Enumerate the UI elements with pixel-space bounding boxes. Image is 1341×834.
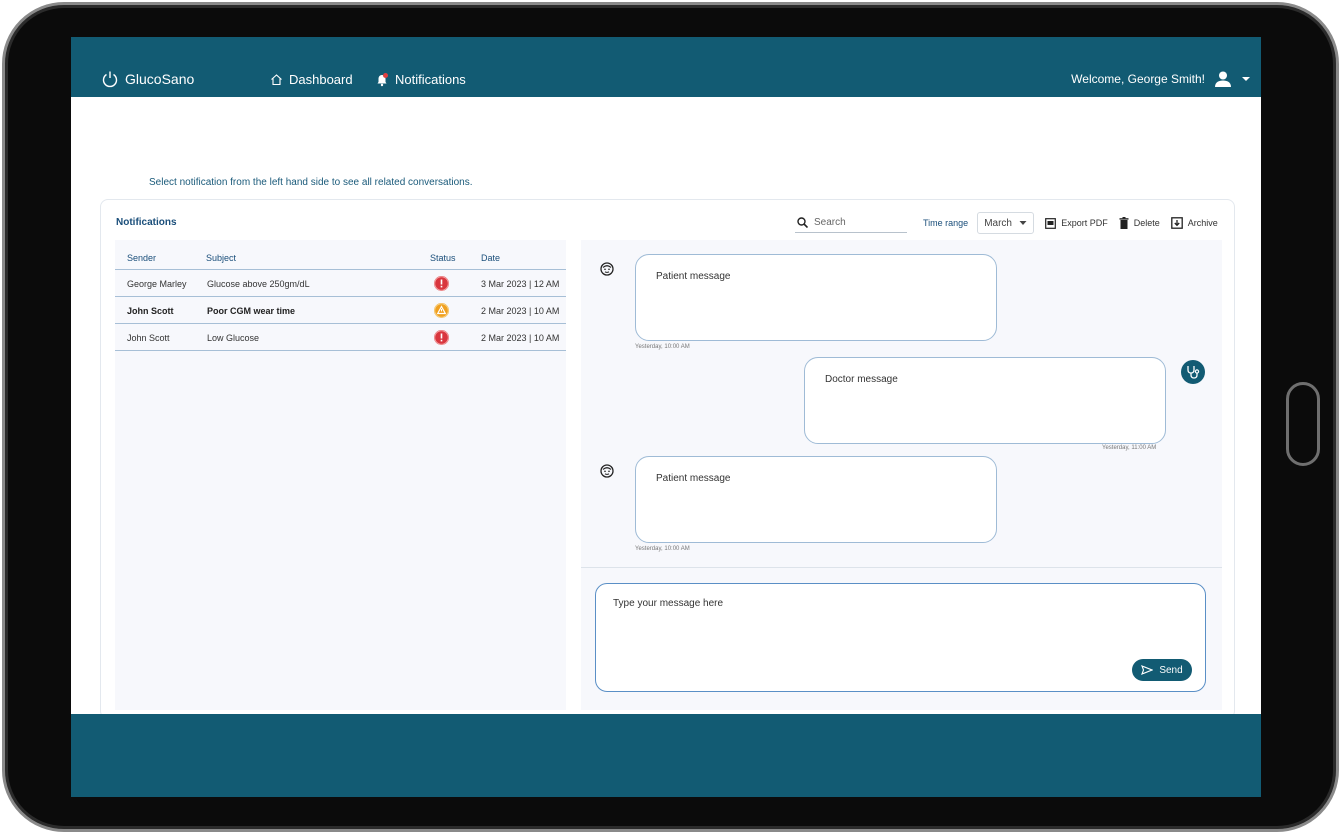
divider [581,567,1222,568]
time-range-label: Time range [923,218,969,228]
nav-dashboard-label: Dashboard [289,72,353,87]
notifications-panel: Notifications Search Time range March Ex [100,199,1235,719]
notification-list: Sender Subject Status Date George Marley… [115,240,566,710]
nav-notifications-label: Notifications [395,72,466,87]
caret-down-icon [1019,221,1027,225]
row-subject: Poor CGM wear time [207,306,296,316]
send-icon [1141,665,1154,675]
send-button[interactable]: Send [1132,659,1192,681]
row-sender: John Scott [127,306,174,316]
home-icon [271,74,282,86]
archive-icon [1170,217,1183,229]
table-header: Sender Subject Status Date [115,240,566,270]
message-text: Patient message [656,271,731,282]
panel-toolbar: Search Time range March Export PDF Delet… [795,212,1218,234]
patient-avatar-icon [600,464,614,478]
search-input[interactable]: Search [795,213,907,233]
power-icon [102,71,118,88]
export-pdf-button[interactable]: Export PDF [1045,217,1108,229]
message-text: Doctor message [825,374,898,385]
stethoscope-icon [1181,360,1205,384]
brand-logo[interactable]: GlucoSano [101,70,194,88]
nav-dashboard[interactable]: Dashboard [270,72,353,87]
patient-message-bubble: Patient message [635,254,997,341]
header-sender: Sender [127,253,157,263]
user-icon [1215,71,1231,87]
pdf-icon [1045,217,1057,229]
header-status: Status [430,253,456,263]
message-timestamp: Yesterday, 10:00 AM [635,546,690,552]
export-pdf-label: Export PDF [1061,218,1108,228]
trash-icon [1119,217,1129,229]
row-date: 2 Mar 2023 | 10 AM [481,333,560,343]
app-screen: GlucoSano Dashboard Notifications Welcom… [71,37,1261,797]
tablet-home-button [1286,382,1320,466]
table-row[interactable]: George Marley Glucose above 250gm/dL 3 M… [115,270,566,297]
conversation-pane: Patient message Yesterday, 10:00 AM Doct… [581,240,1222,710]
message-timestamp: Yesterday, 10:00 AM [635,344,690,350]
bell-icon [377,72,388,86]
doctor-message-bubble: Doctor message [804,357,1166,444]
row-sender: John Scott [127,333,170,343]
table-row[interactable]: John Scott Poor CGM wear time 2 Mar 2023… [115,297,566,324]
search-icon [797,217,808,228]
instruction-text: Select notification from the left hand s… [149,177,473,188]
delete-label: Delete [1133,218,1160,228]
header-date: Date [481,253,501,263]
user-menu[interactable]: Welcome, George Smith! [1071,70,1251,88]
row-sender: George Marley [127,279,187,289]
time-range-value: March [984,217,1012,229]
header-subject: Subject [206,253,237,263]
patient-message-bubble: Patient message [635,456,997,543]
delete-button[interactable]: Delete [1119,217,1160,229]
welcome-text: Welcome, George Smith! [1071,72,1205,86]
patient-avatar-icon [600,262,614,276]
row-date: 3 Mar 2023 | 12 AM [481,279,560,289]
critical-status-icon [434,276,449,291]
table-row[interactable]: John Scott Low Glucose 2 Mar 2023 | 10 A… [115,324,566,351]
panel-title: Notifications [116,217,177,228]
row-subject: Glucose above 250gm/dL [207,279,310,289]
time-range-select[interactable]: March [977,212,1035,234]
app-name: GlucoSano [125,71,195,87]
warning-status-icon [434,303,449,318]
message-text: Patient message [656,473,731,484]
top-bar: GlucoSano Dashboard Notifications Welcom… [71,37,1261,97]
footer-bar [71,714,1261,797]
nav-notifications[interactable]: Notifications [375,72,466,87]
message-timestamp: Yesterday, 11:00 AM [1102,445,1157,451]
archive-button[interactable]: Archive [1170,217,1218,229]
row-subject: Low Glucose [207,333,260,343]
archive-label: Archive [1187,218,1218,228]
row-date: 2 Mar 2023 | 10 AM [481,306,560,316]
critical-status-icon [434,330,449,345]
message-input[interactable]: Type your message here Send [595,583,1206,692]
nav-bar: GlucoSano Dashboard Notifications Welcom… [71,64,1261,97]
search-placeholder: Search [814,217,846,228]
chevron-down-icon [1242,77,1250,81]
send-label: Send [1159,664,1183,676]
message-placeholder: Type your message here [613,598,724,609]
